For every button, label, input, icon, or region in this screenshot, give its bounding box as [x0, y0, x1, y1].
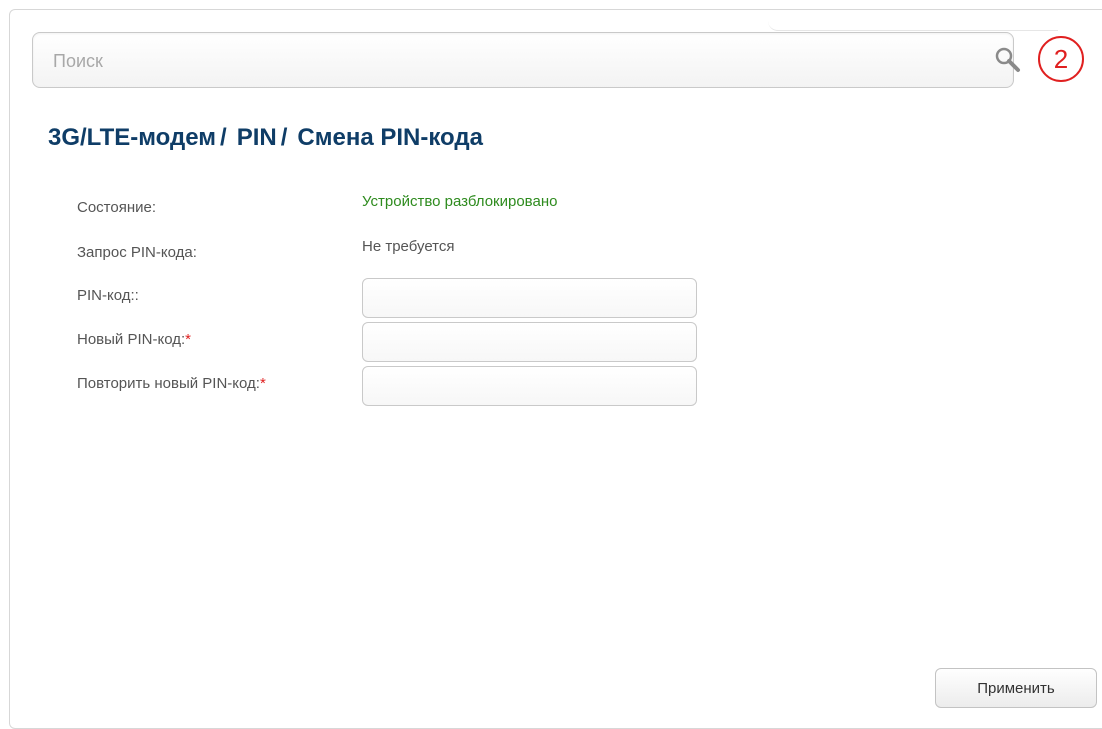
panel-notch	[768, 10, 1058, 31]
apply-button[interactable]: Применить	[935, 668, 1097, 708]
pin-request-label: Запрос PIN-кода:	[77, 244, 197, 261]
search-input[interactable]	[51, 47, 955, 75]
new-pin-label: Новый PIN-код:	[77, 331, 186, 348]
search-icon[interactable]	[993, 45, 1023, 75]
required-mark: *	[259, 375, 266, 392]
step-badge: 2	[1038, 36, 1084, 82]
repeat-pin-label: Повторить новый PIN-код:	[77, 375, 260, 392]
repeat-pin-label-row: Повторить новый PIN-код:*	[77, 375, 266, 392]
page-title: Смена PIN-кода	[297, 124, 483, 151]
pin-label: PIN-код::	[77, 287, 139, 304]
breadcrumb-separator: /	[280, 124, 288, 151]
breadcrumb-item-modem[interactable]: 3G/LTE-модем	[48, 124, 216, 151]
breadcrumb-separator: /	[220, 124, 227, 151]
search-bar	[32, 32, 1020, 88]
new-pin-field[interactable]	[362, 322, 697, 362]
breadcrumb-item-pin[interactable]: PIN	[237, 124, 277, 151]
state-label: Состояние:	[77, 199, 157, 216]
repeat-pin-field[interactable]	[362, 366, 697, 406]
new-pin-label-row: Новый PIN-код:*	[77, 331, 191, 348]
pin-request-value: Не требуется	[362, 238, 455, 255]
state-value: Устройство разблокировано	[362, 193, 558, 210]
required-mark: *	[185, 331, 191, 348]
breadcrumb: 3G/LTE-модем / PIN / Смена PIN-кода	[48, 124, 483, 152]
pin-field[interactable]	[362, 278, 697, 318]
